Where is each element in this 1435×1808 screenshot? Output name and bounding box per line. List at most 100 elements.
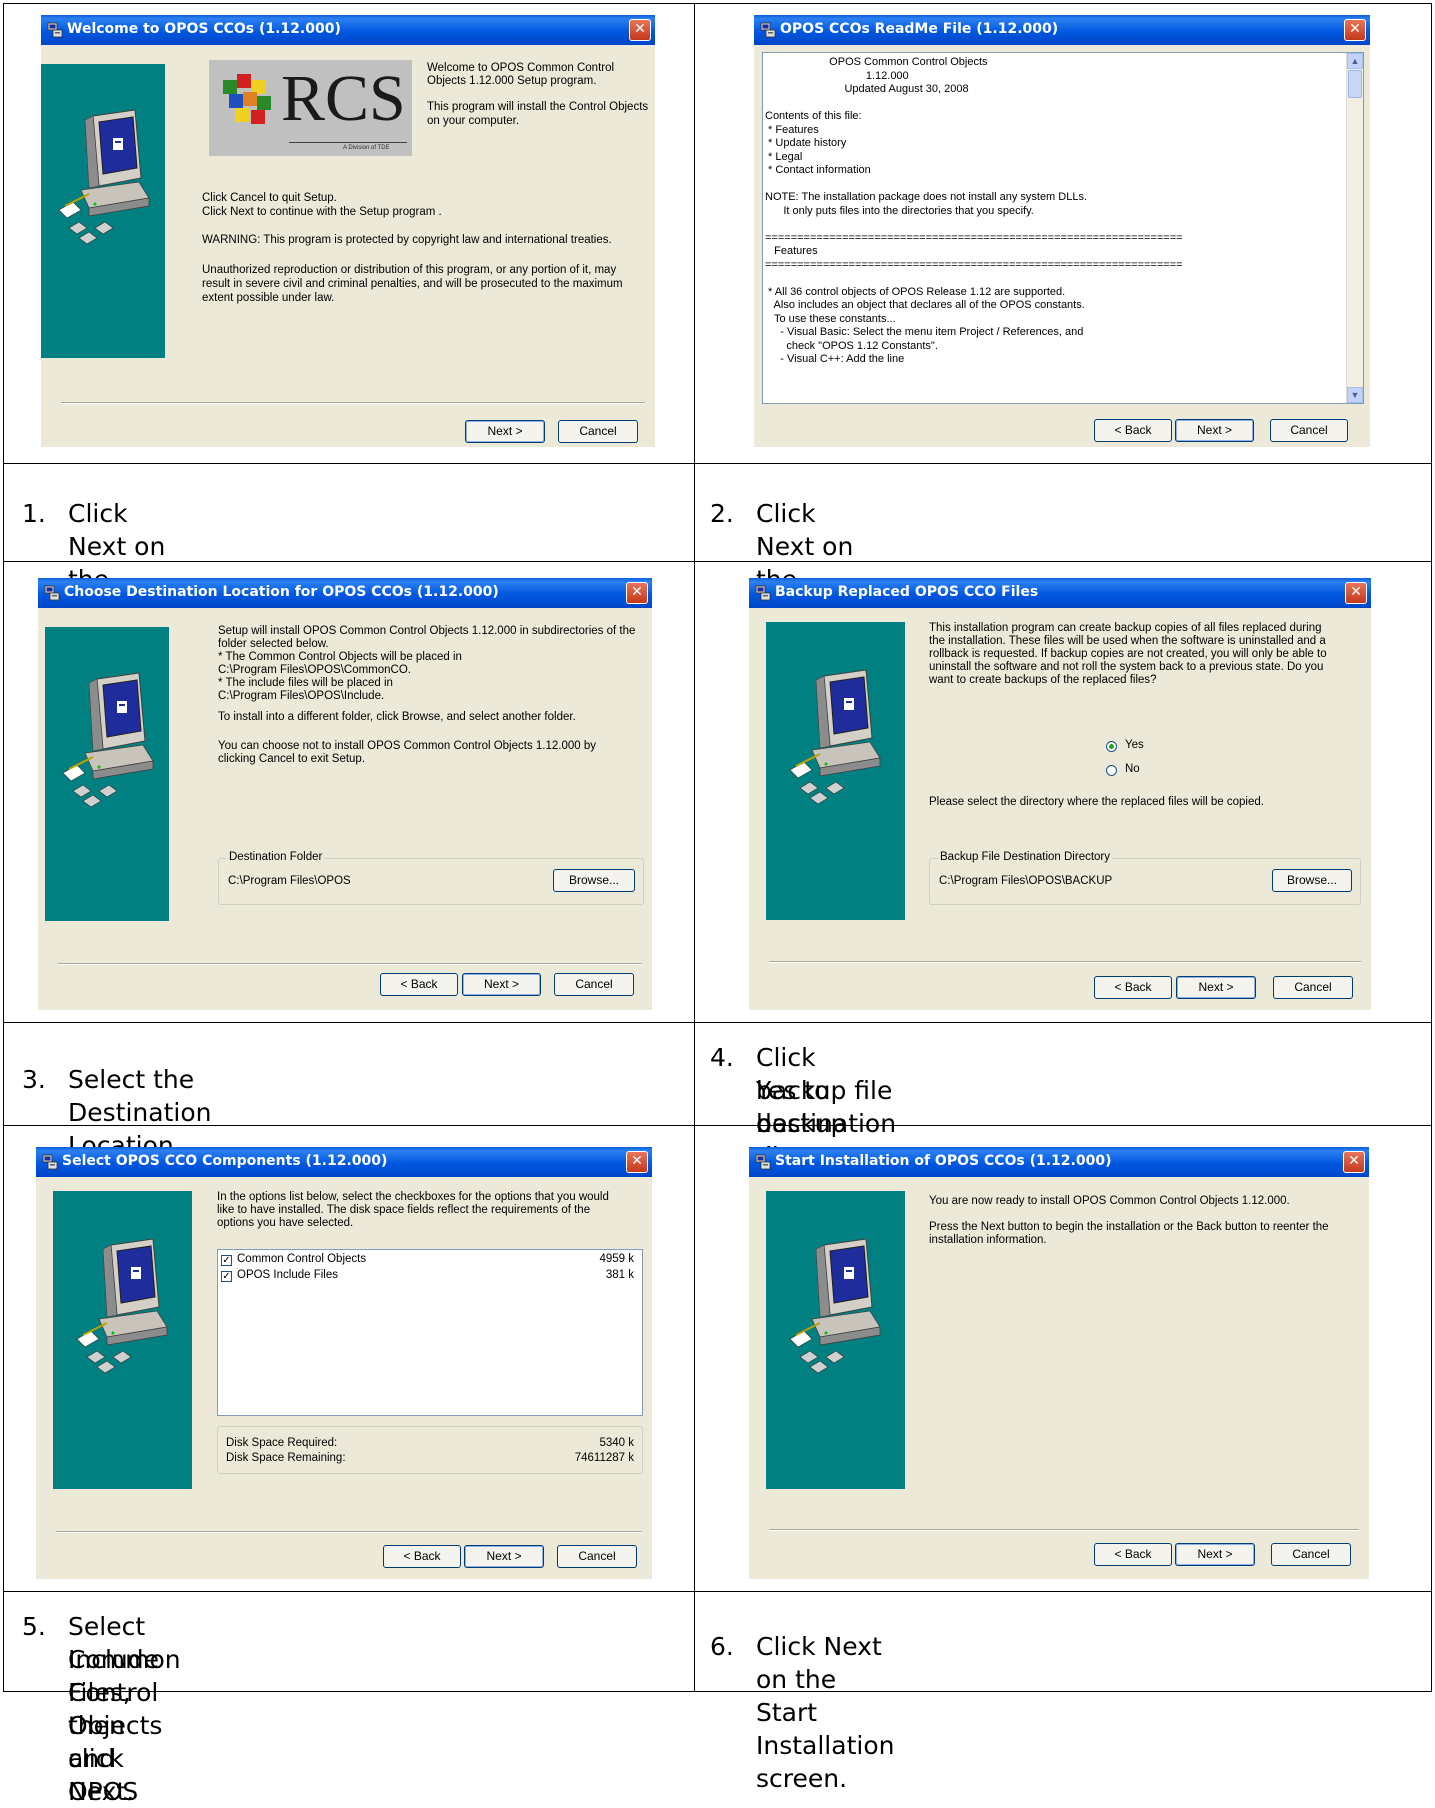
setup-icon xyxy=(42,1154,58,1170)
intro-text: Welcome to OPOS Common Control xyxy=(427,62,615,74)
step-text: Include Files, then click Next. xyxy=(68,1645,160,1806)
list-item[interactable]: ✓ OPOS Include Files 381 k xyxy=(221,1269,634,1285)
group-label: Backup File Destination Directory xyxy=(938,851,1113,863)
required-value: 5340 k xyxy=(599,1437,634,1449)
back-button[interactable]: < Back xyxy=(1094,419,1172,442)
cancel-button[interactable]: Cancel xyxy=(557,1545,637,1568)
folder-path: C:\Program Files\OPOS xyxy=(228,875,351,887)
readme-line: ========================================… xyxy=(765,231,1183,244)
body-text: * The Common Control Objects will be pla… xyxy=(218,651,462,663)
body-text: installation information. xyxy=(929,1234,1047,1246)
setup-icon xyxy=(755,585,771,601)
readme-line: * Contact information xyxy=(765,164,871,176)
close-icon[interactable]: ✕ xyxy=(626,1151,648,1173)
step-number: 6. xyxy=(710,1632,734,1661)
back-button[interactable]: < Back xyxy=(383,1545,461,1568)
back-button[interactable]: < Back xyxy=(1094,1543,1172,1566)
computer-icon xyxy=(786,666,886,806)
body-text: This installation program can create bac… xyxy=(929,622,1322,634)
checkbox[interactable]: ✓ xyxy=(221,1255,232,1266)
column-divider xyxy=(694,3,695,1692)
cancel-button[interactable]: Cancel xyxy=(1270,419,1348,442)
close-icon[interactable]: ✕ xyxy=(1343,1151,1365,1173)
back-button[interactable]: < Back xyxy=(1094,976,1172,999)
body-text: Press the Next button to begin the insta… xyxy=(929,1221,1329,1233)
readme-textbox[interactable]: OPOS Common Control Objects 1.12.000 Upd… xyxy=(762,52,1364,404)
next-button[interactable]: Next > xyxy=(1175,1543,1255,1566)
row-divider xyxy=(3,463,1432,464)
yes-label[interactable]: Yes xyxy=(1125,739,1144,753)
readme-line: Features xyxy=(765,245,818,257)
no-label[interactable]: No xyxy=(1125,763,1140,777)
close-icon[interactable]: ✕ xyxy=(626,582,648,604)
side-panel xyxy=(41,64,165,358)
yes-radio[interactable] xyxy=(1106,741,1117,752)
components-list[interactable]: ✓ Common Control Objects 4959 k ✓ OPOS I… xyxy=(217,1249,643,1416)
scroll-thumb[interactable] xyxy=(1348,70,1362,98)
body-text: rollback is requested. If backup copies … xyxy=(929,648,1327,660)
body-text: You are now ready to install OPOS Common… xyxy=(929,1195,1290,1207)
body-text: clicking Cancel to exit Setup. xyxy=(218,753,366,765)
no-radio[interactable] xyxy=(1106,765,1117,776)
radio-dot xyxy=(1109,744,1114,749)
body-text: * The include files will be placed in xyxy=(218,677,393,689)
browse-button[interactable]: Browse... xyxy=(1272,869,1352,892)
components-dialog: Select OPOS CCO Components (1.12.000) ✕ … xyxy=(36,1147,652,1579)
step-number: 5. xyxy=(22,1612,46,1641)
close-icon[interactable]: ✕ xyxy=(629,19,651,41)
body-text: the installation. These files will be us… xyxy=(929,635,1326,647)
browse-button[interactable]: Browse... xyxy=(553,869,635,892)
computer-icon xyxy=(786,1235,886,1375)
readme-line: - Visual C++: Add the line xyxy=(765,353,905,365)
readme-line: Contents of this file: xyxy=(765,110,862,122)
side-panel xyxy=(766,622,905,920)
title-bar: OPOS CCOs ReadMe File (1.12.000) ✕ xyxy=(754,15,1370,45)
body-text: Setup will install OPOS Common Control O… xyxy=(218,625,636,637)
row-divider xyxy=(3,1591,1432,1592)
vertical-scrollbar[interactable]: ▲ ▼ xyxy=(1346,53,1363,403)
readme-line: * Features xyxy=(765,123,819,136)
cancel-button[interactable]: Cancel xyxy=(554,973,634,996)
cancel-button[interactable]: Cancel xyxy=(1273,976,1353,999)
step-text: Click Next on the Start Installation scr… xyxy=(756,1632,895,1793)
remaining-value: 74611287 k xyxy=(574,1452,634,1464)
back-button[interactable]: < Back xyxy=(380,973,458,996)
body-text: Please select the directory where the re… xyxy=(929,796,1264,808)
setup-icon xyxy=(760,22,776,38)
next-button[interactable]: Next > xyxy=(464,1545,544,1568)
readme-dialog: OPOS CCOs ReadMe File (1.12.000) ✕ OPOS … xyxy=(754,15,1370,447)
checkbox[interactable]: ✓ xyxy=(221,1271,232,1282)
title-bar: Backup Replaced OPOS CCO Files ✕ xyxy=(749,578,1371,608)
divider xyxy=(56,1531,642,1533)
next-button[interactable]: Next > xyxy=(1176,976,1256,999)
window-title: Start Installation of OPOS CCOs (1.12.00… xyxy=(775,1153,1112,1169)
side-panel xyxy=(45,627,169,921)
body-text: In the options list below, select the ch… xyxy=(217,1191,609,1203)
close-icon[interactable]: ✕ xyxy=(1344,19,1366,41)
body-text: like to have installed. The disk space f… xyxy=(217,1204,591,1216)
legal-text: extent possible under law. xyxy=(202,292,335,304)
body-text: C:\Program Files\OPOS\CommonCO. xyxy=(218,664,411,676)
logo-subtext: A Division of TDE xyxy=(343,145,390,151)
logo-text: RCS xyxy=(281,62,406,135)
warning-text: WARNING: This program is protected by co… xyxy=(202,234,612,246)
readme-line: * Legal xyxy=(765,150,803,163)
next-button[interactable]: Next > xyxy=(1175,419,1254,442)
next-button[interactable]: Next > xyxy=(462,973,541,996)
close-icon[interactable]: ✕ xyxy=(1345,582,1367,604)
list-item[interactable]: ✓ Common Control Objects 4959 k xyxy=(221,1253,634,1269)
scroll-up-icon[interactable]: ▲ xyxy=(1347,53,1363,69)
intro-text: Objects 1.12.000 Setup program. xyxy=(427,75,597,87)
body-text: You can choose not to install OPOS Commo… xyxy=(218,740,597,752)
scroll-down-icon[interactable]: ▼ xyxy=(1347,387,1363,403)
body-text: C:\Program Files\OPOS\Include. xyxy=(218,690,385,702)
cancel-button[interactable]: Cancel xyxy=(558,420,638,443)
welcome-dialog: Welcome to OPOS CCOs (1.12.000) ✕ RCS A … xyxy=(41,15,655,447)
computer-icon xyxy=(59,669,159,809)
legal-text: Unauthorized reproduction or distributio… xyxy=(202,264,617,276)
cancel-button[interactable]: Cancel xyxy=(1271,1543,1351,1566)
step-number: 1. xyxy=(22,499,46,528)
folder-path: C:\Program Files\OPOS\BACKUP xyxy=(939,875,1113,887)
next-button[interactable]: Next > xyxy=(465,420,545,443)
divider xyxy=(769,961,1361,963)
